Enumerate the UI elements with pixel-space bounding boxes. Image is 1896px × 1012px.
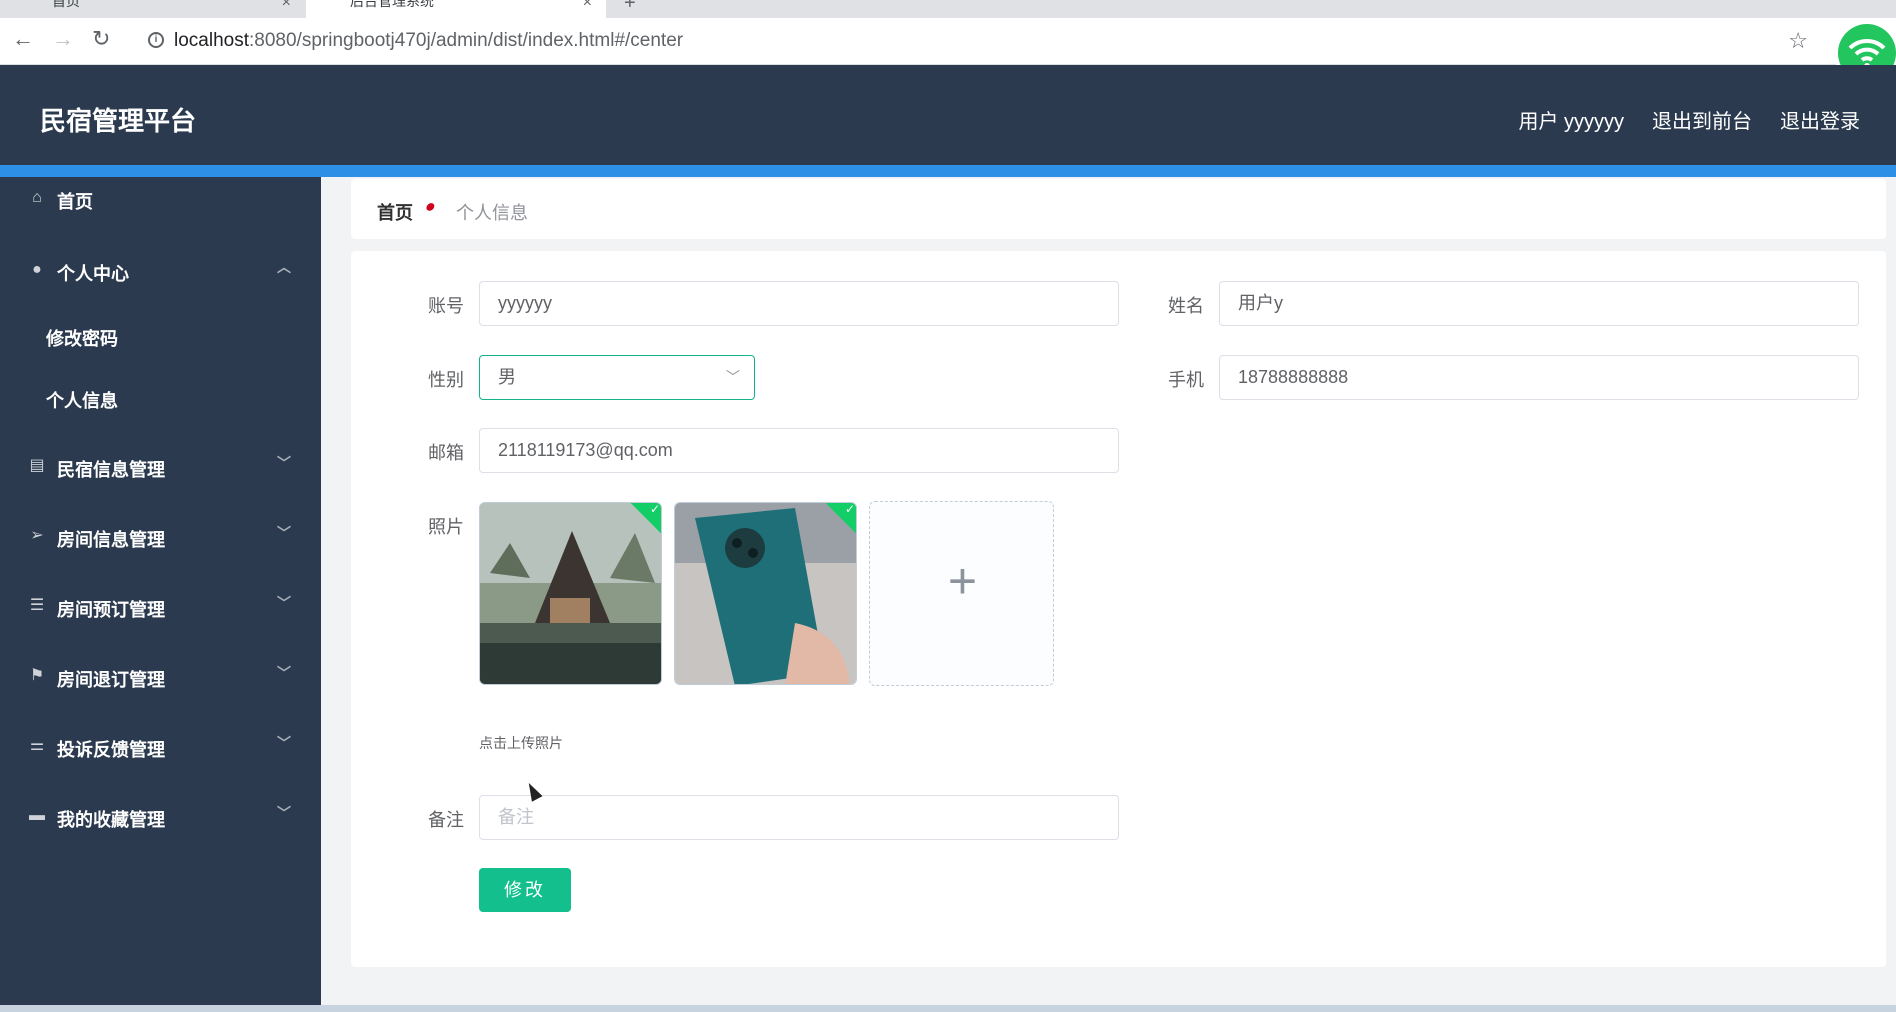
url-field[interactable]: i localhost:8080/springbootj470j/admin/d… [144,24,1824,58]
sidebar-subitem-personal-info[interactable]: 个人信息 [0,373,321,423]
url-path: :8080/springbootj470j/admin/dist/index.h… [249,30,684,51]
gender-select-value: 男 [498,367,516,387]
sliders-icon: ⚌ [29,737,45,754]
browser-tab-admin[interactable]: 后台管理系统 × [306,0,606,18]
name-field[interactable]: 用户y [1219,281,1859,326]
submit-button[interactable]: 修改 [479,868,571,912]
sidebar-item-label: 个人中心 [57,264,129,284]
chevron-down-icon: ﹀ [277,525,291,541]
house-photo [480,503,661,684]
taskbar-strip [0,1005,1896,1012]
browser-tab-label: 首页 [52,0,80,9]
email-label: 邮箱 [428,443,464,463]
account-label: 账号 [428,296,464,316]
remark-label: 备注 [428,810,464,830]
close-icon[interactable]: × [583,0,592,12]
upload-hint: 点击上传照片 [479,735,563,751]
url-host: localhost [174,30,249,51]
sidebar-item-room-info[interactable]: ➢ 房间信息管理 ﹀ [0,507,321,567]
photo-thumbnail-phone[interactable]: ✓ [674,502,857,685]
brand-title: 民宿管理平台 [40,106,197,136]
address-bar: ← → ↻ i localhost:8080/springbootj470j/a… [0,18,1896,82]
plus-icon: + [947,553,978,609]
sidebar-item-label: 个人信息 [46,391,118,411]
sidebar: ⌂ 首页 ● 个人中心 ︿ 修改密码 个人信息 ▤ 民宿信息管理 ﹀ ➢ 房间信… [0,177,321,1012]
list-icon: ☰ [29,597,45,614]
check-icon: ✓ [844,502,856,517]
breadcrumb-home[interactable]: 首页 [377,199,413,225]
info-icon[interactable]: i [148,32,164,48]
sidebar-item-label: 民宿信息管理 [57,460,165,480]
gender-label: 性别 [428,370,464,390]
sidebar-item-favorites[interactable]: ▬ 我的收藏管理 ﹀ [0,787,321,847]
breadcrumb-current: 个人信息 [456,203,528,223]
send-icon: ➢ [30,527,44,544]
chevron-up-icon: ︿ [277,259,291,275]
phone-field[interactable]: 18788888888 [1219,355,1859,400]
phone-photo [675,503,856,684]
email-field[interactable]: 2118119173@qq.com [479,428,1119,473]
sidebar-item-complaints[interactable]: ⚌ 投诉反馈管理 ﹀ [0,717,321,777]
sidebar-item-homestay-info[interactable]: ▤ 民宿信息管理 ﹀ [0,437,321,497]
sidebar-item-label: 我的收藏管理 [57,810,165,830]
browser-tab-strip: 首页 × 后台管理系统 × + [0,0,1896,18]
back-icon[interactable]: ← [12,28,34,50]
sidebar-item-label: 房间退订管理 [57,670,165,690]
bookmark-star-icon[interactable]: ☆ [1788,28,1808,54]
current-user: 用户 yyyyyy [1518,111,1624,133]
flag-icon: ⚑ [29,667,45,684]
clipboard-icon: ▤ [29,457,45,474]
check-icon: ✓ [649,502,661,517]
header-nav: 用户 yyyyyy 退出到前台 退出登录 [1518,105,1860,134]
forward-icon[interactable]: → [52,28,74,50]
photo-thumbnail-house[interactable]: ✓ [479,502,662,685]
browser-tab-home[interactable]: 首页 × [0,0,305,18]
chevron-down-icon: ﹀ [726,369,740,385]
chevron-down-icon: ﹀ [277,665,291,681]
close-icon[interactable]: × [282,0,291,12]
sidebar-item-label: 修改密码 [46,329,118,349]
sidebar-item-label: 投诉反馈管理 [57,740,165,760]
chevron-down-icon: ﹀ [277,595,291,611]
upload-photo-button[interactable]: + [869,501,1054,686]
reload-icon[interactable]: ↻ [92,28,110,50]
new-tab-button[interactable]: + [624,0,636,15]
monitor-icon: ▬ [29,807,45,824]
sidebar-item-home[interactable]: ⌂ 首页 [0,169,321,229]
chevron-down-icon: ﹀ [277,805,291,821]
sidebar-item-room-booking[interactable]: ☰ 房间预订管理 ﹀ [0,577,321,637]
chevron-down-icon: ﹀ [277,455,291,471]
chevron-down-icon: ﹀ [277,735,291,751]
breadcrumb: 首页 ꔷ 个人信息 [351,179,1886,239]
sidebar-item-label: 房间信息管理 [57,530,165,550]
sidebar-subitem-change-password[interactable]: 修改密码 [0,311,321,361]
breadcrumb-separator-icon: ꔷ [423,196,434,221]
gender-select[interactable]: 男 ﹀ [479,355,755,400]
app-header: 民宿管理平台 用户 yyyyyy 退出到前台 退出登录 [0,65,1896,165]
sidebar-item-room-cancel[interactable]: ⚑ 房间退订管理 ﹀ [0,647,321,707]
logout-link[interactable]: 退出登录 [1780,105,1860,134]
name-label: 姓名 [1168,296,1204,316]
sidebar-item-personal-center[interactable]: ● 个人中心 ︿ [0,241,321,301]
sidebar-item-label: 首页 [57,192,93,212]
photo-label: 照片 [428,517,464,537]
account-field[interactable]: yyyyyy [479,281,1119,326]
user-icon: ● [32,261,42,278]
sidebar-item-label: 房间预订管理 [57,600,165,620]
home-icon: ⌂ [32,189,42,206]
remark-field[interactable]: 备注 [479,795,1119,840]
exit-to-front-link[interactable]: 退出到前台 [1652,105,1752,134]
phone-label: 手机 [1168,370,1204,390]
browser-tab-label: 后台管理系统 [350,0,434,9]
